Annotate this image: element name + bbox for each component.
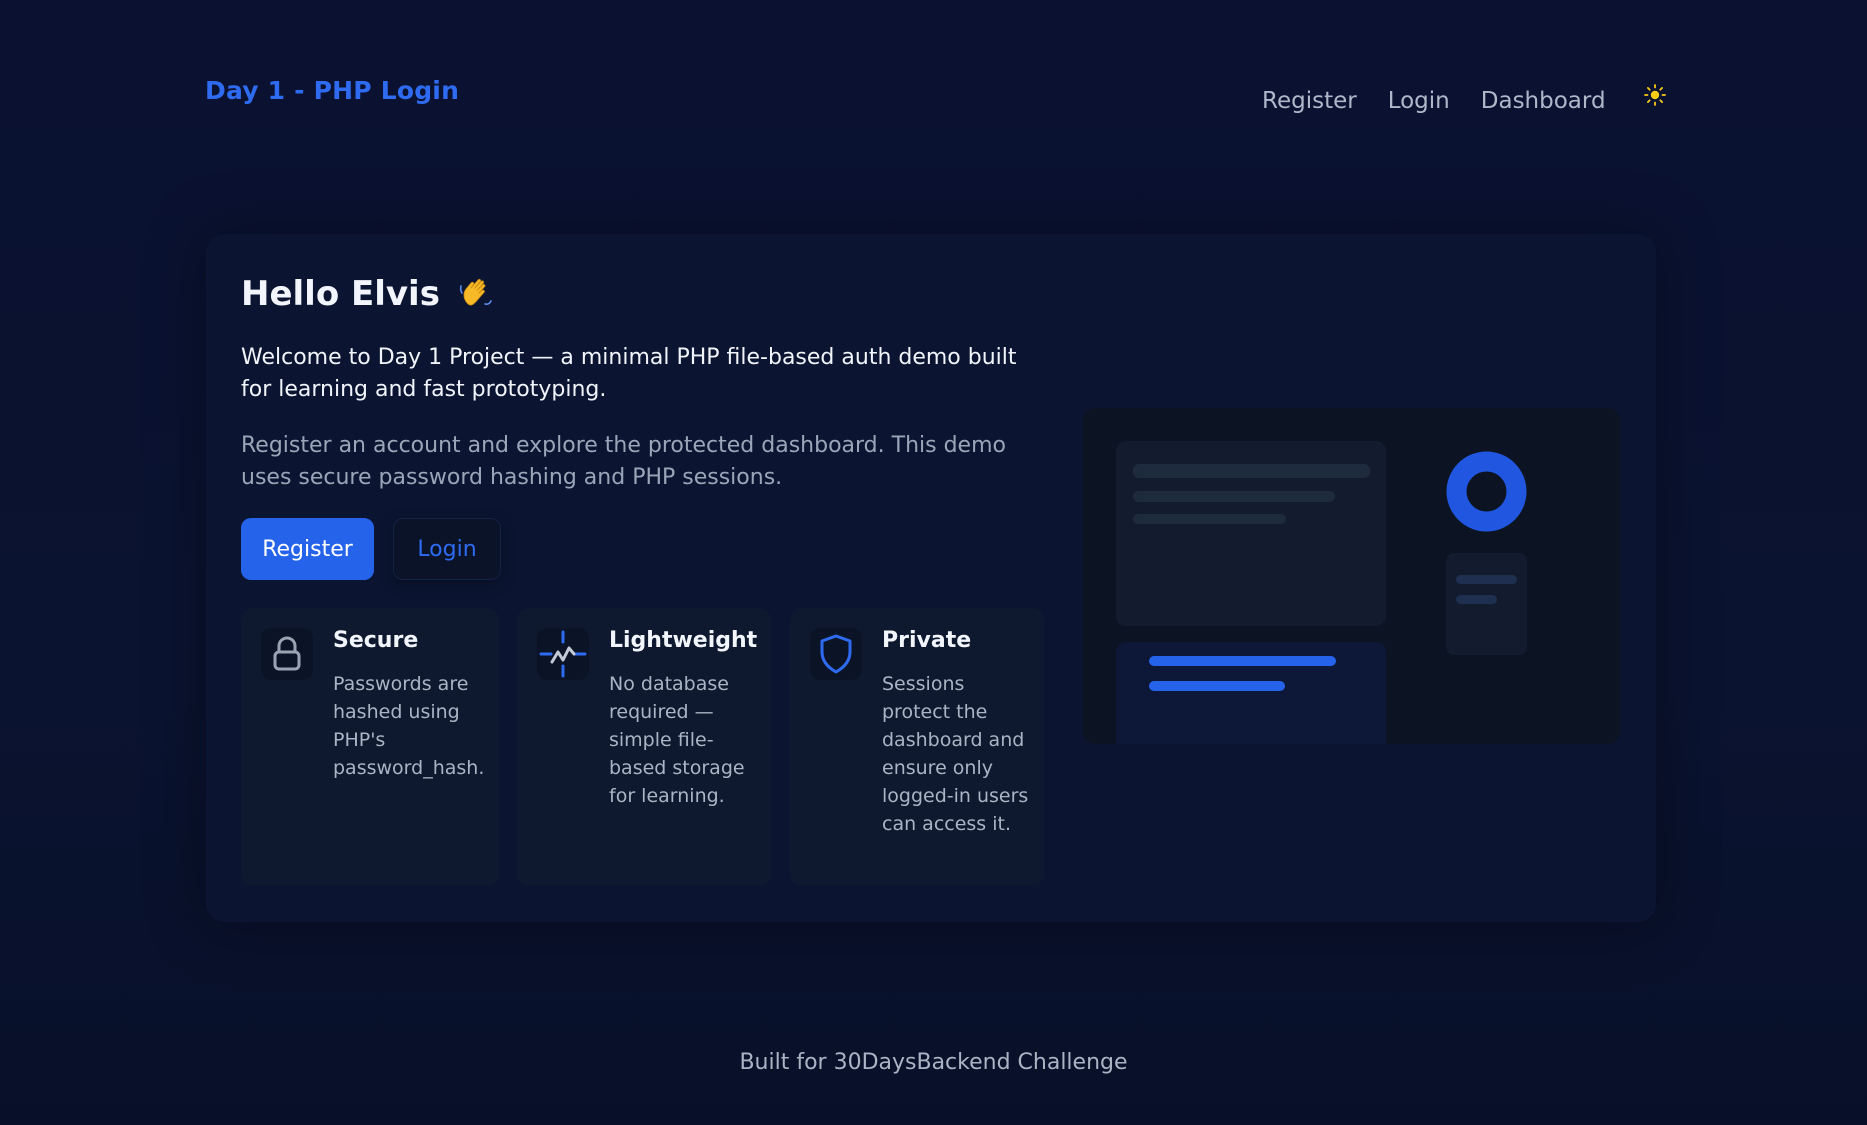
nav-dashboard-link[interactable]: Dashboard [1481, 88, 1606, 114]
nav-login-link[interactable]: Login [1388, 88, 1450, 114]
feature-description: No database required — simple file-based… [609, 673, 745, 807]
activity-icon [537, 628, 589, 680]
register-button[interactable]: Register [241, 518, 374, 580]
placeholder-line [1133, 464, 1370, 478]
greeting-text: Hello Elvis [241, 274, 440, 314]
greeting-heading: Hello Elvis [241, 274, 496, 314]
nav-register-link[interactable]: Register [1262, 88, 1357, 114]
intro-text: Welcome to Day 1 Project — a minimal PHP… [241, 345, 1017, 402]
placeholder-line [1456, 575, 1517, 584]
theme-toggle-button[interactable] [1641, 81, 1669, 109]
footer-text: Built for 30DaysBackend Challenge [739, 1050, 1128, 1075]
placeholder-line [1133, 514, 1286, 524]
feature-description: Passwords are hashed using PHP's passwor… [333, 673, 485, 779]
illustration-progress-panel [1116, 642, 1386, 744]
feature-card-private: Private Sessions protect the dashboard a… [790, 608, 1044, 886]
placeholder-line [1133, 491, 1335, 502]
feature-description: Sessions protect the dashboard and ensur… [882, 673, 1029, 835]
dashboard-illustration [1083, 408, 1620, 744]
lock-icon [261, 628, 313, 680]
donut-icon [1446, 451, 1527, 532]
feature-card-lightweight: Lightweight No database required — simpl… [517, 608, 771, 886]
illustration-mini-card [1446, 553, 1527, 655]
feature-card-secure: Secure Passwords are hashed using PHP's … [241, 608, 499, 886]
progress-bar [1149, 656, 1336, 666]
feature-title: Private [882, 628, 972, 653]
progress-bar [1149, 681, 1285, 691]
illustration-panel [1116, 441, 1386, 626]
feature-title: Secure [333, 628, 419, 653]
shield-icon [810, 628, 862, 680]
login-button[interactable]: Login [393, 518, 501, 580]
brand-title[interactable]: Day 1 - PHP Login [205, 76, 459, 105]
waving-hand-icon [456, 274, 496, 314]
hero-card: Hello Elvis Welcome to Day 1 Project — a… [206, 234, 1656, 922]
top-nav: Register Login Dashboard [1262, 84, 1669, 114]
feature-title: Lightweight [609, 628, 758, 653]
placeholder-line [1456, 595, 1497, 604]
description-text: Register an account and explore the prot… [241, 433, 1006, 490]
sun-icon [1643, 84, 1666, 106]
